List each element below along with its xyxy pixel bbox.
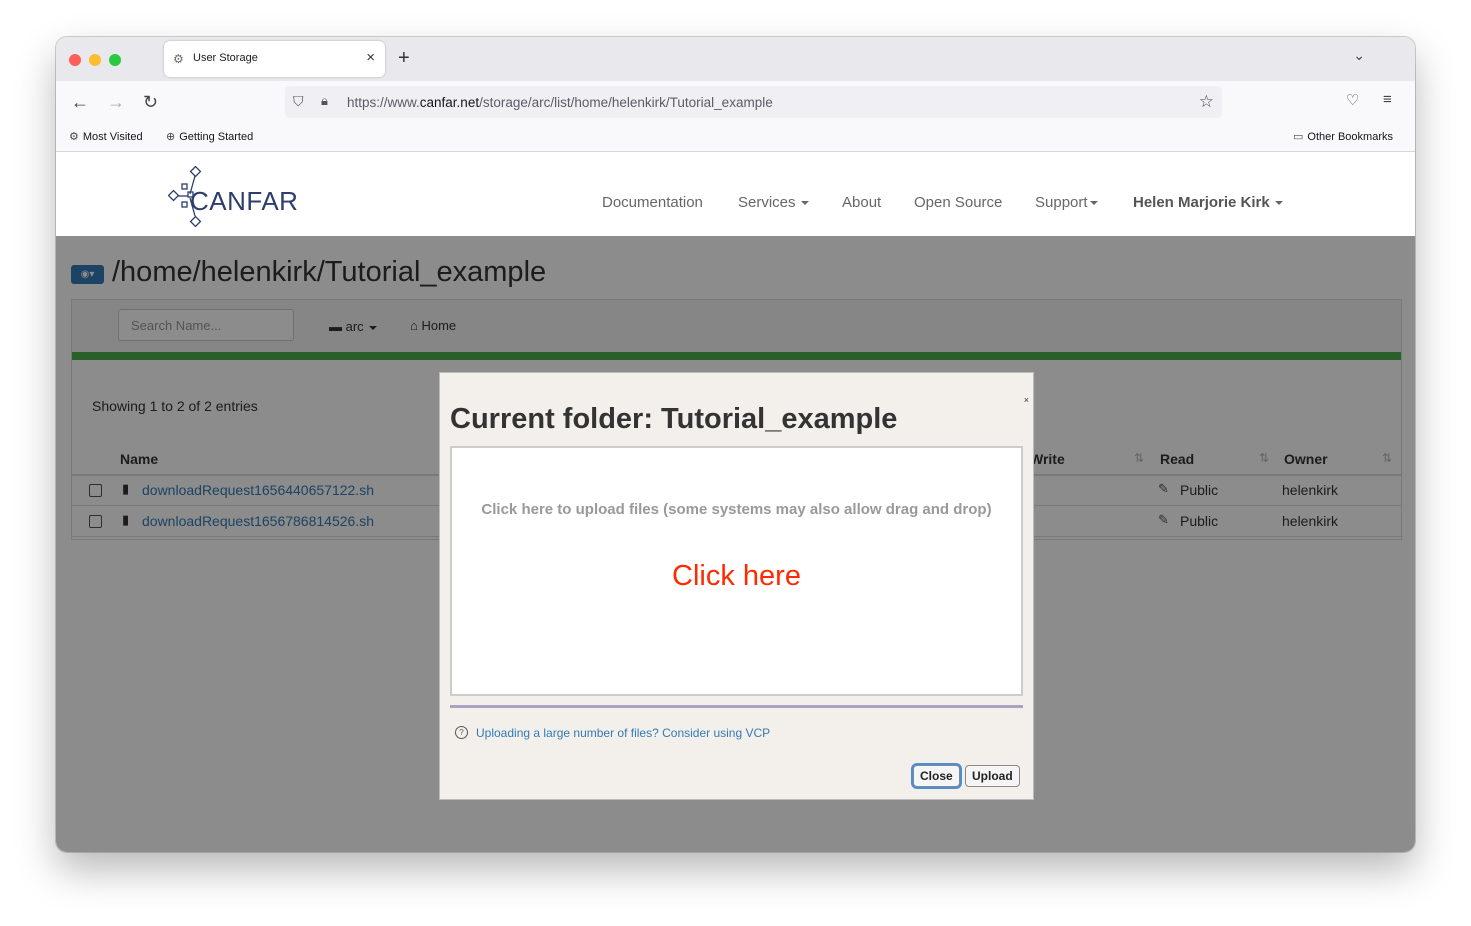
dropzone-message[interactable]: Click here to upload files (some systems… (452, 501, 1021, 518)
canfar-logo[interactable]: CANFAR (168, 166, 298, 230)
minimize-window-button[interactable] (89, 54, 101, 66)
upload-dialog: × Current folder: Tutorial_example Click… (439, 372, 1034, 800)
tab-strip: ⚙ User Storage × + ⌄ (56, 37, 1415, 81)
tab-title: User Storage (193, 52, 258, 64)
new-tab-icon[interactable]: + (398, 47, 410, 70)
close-button[interactable]: Close (913, 765, 960, 787)
nav-open-source[interactable]: Open Source (914, 194, 1002, 211)
bookmark-star-icon[interactable]: ☆ (1199, 92, 1214, 112)
site-header: CANFAR Documentation Services About Open… (56, 152, 1415, 237)
caret-down-icon (1274, 201, 1283, 206)
upload-dropzone[interactable]: Click here to upload files (some systems… (450, 446, 1023, 696)
reload-icon[interactable]: ↻ (143, 92, 158, 113)
divider (450, 705, 1023, 708)
gear-icon: ⚙ (69, 131, 79, 143)
vcp-help-link[interactable]: Uploading a large number of files? Consi… (476, 726, 770, 740)
menu-icon[interactable]: ≡ (1383, 91, 1392, 108)
nav-documentation[interactable]: Documentation (602, 194, 703, 211)
help-icon: ? (455, 726, 468, 739)
globe-icon: ⊕ (166, 131, 176, 143)
pocket-icon[interactable]: ♡ (1346, 91, 1359, 109)
dropzone-click-here[interactable]: Click here (452, 560, 1021, 593)
close-icon[interactable]: × (1024, 395, 1029, 405)
nav-about[interactable]: About (842, 194, 881, 211)
url-text[interactable]: https://www.canfar.net/storage/arc/list/… (347, 95, 773, 110)
lock-icon[interactable]: 🔒︎ (321, 93, 328, 109)
back-icon[interactable]: ← (71, 92, 89, 113)
web-page: CANFAR Documentation Services About Open… (56, 152, 1415, 852)
bookmark-most-visited[interactable]: ⚙ Most Visited (69, 130, 143, 143)
url-bar[interactable]: ⛉ 🔒︎ https://www.canfar.net/storage/arc/… (285, 86, 1222, 118)
chevron-down-icon[interactable]: ⌄ (1353, 47, 1365, 64)
caret-down-icon (1089, 201, 1098, 206)
dialog-title: Current folder: Tutorial_example (450, 403, 898, 435)
forward-icon[interactable]: → (107, 92, 125, 113)
zoom-window-button[interactable] (109, 54, 121, 66)
favicon-icon: ⚙ (173, 52, 184, 66)
logo-text: CANFAR (190, 186, 299, 216)
bookmark-getting-started[interactable]: ⊕ Getting Started (166, 130, 253, 143)
tab-user-storage[interactable]: ⚙ User Storage × (164, 41, 385, 77)
upload-button[interactable]: Upload (965, 765, 1020, 787)
close-tab-icon[interactable]: × (366, 49, 375, 66)
caret-down-icon (800, 201, 809, 206)
browser-window: ⚙ User Storage × + ⌄ ← → ↻ ⛉ 🔒︎ https://… (56, 37, 1415, 852)
nav-support[interactable]: Support (1035, 194, 1098, 211)
bookmark-other[interactable]: ▭ Other Bookmarks (1293, 130, 1393, 143)
nav-services[interactable]: Services (738, 194, 809, 211)
bookmarks-bar: ⚙ Most Visited ⊕ Getting Started ▭ Other Bo… (56, 125, 1415, 152)
nav-user-menu[interactable]: Helen Marjorie Kirk (1133, 194, 1283, 211)
shield-icon[interactable]: ⛉ (293, 93, 304, 110)
close-window-button[interactable] (69, 54, 81, 66)
folder-icon: ▭ (1293, 131, 1304, 143)
nav-toolbar: ← → ↻ ⛉ 🔒︎ https://www.canfar.net/storag… (56, 81, 1415, 125)
